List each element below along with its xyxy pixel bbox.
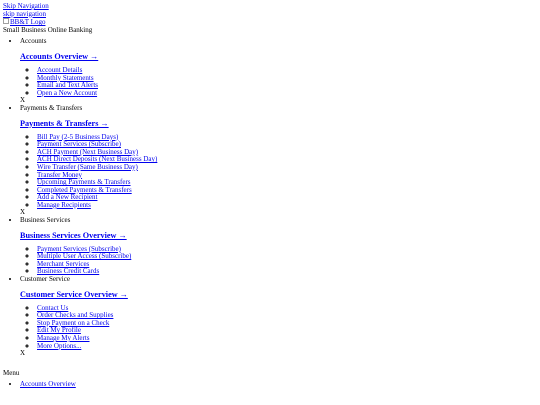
- nav-section-accounts: Accounts Accounts Overview → Account Det…: [20, 38, 540, 105]
- submenu-item: Stop Payment on a Check: [37, 319, 540, 328]
- customer-service-overview-heading: Customer Service Overview →: [20, 290, 540, 299]
- nav-section-label[interactable]: Accounts: [20, 38, 540, 46]
- main-navigation: Accounts Accounts Overview → Account Det…: [3, 38, 540, 357]
- business-services-overview-link[interactable]: Business Services Overview →: [20, 231, 127, 240]
- payments-submenu: Bill Pay (2-5 Business Days) Payment Ser…: [20, 133, 540, 210]
- manage-recipients-link[interactable]: Manage Recipients: [37, 201, 91, 209]
- accounts-overview-link[interactable]: Accounts Overview →: [20, 52, 98, 61]
- submenu-item: Order Checks and Supplies: [37, 311, 540, 320]
- skip-navigation-link[interactable]: Skip Navigation: [3, 2, 540, 11]
- menu-item: Accounts Overview: [20, 381, 540, 389]
- open-new-account-link[interactable]: Open a New Account: [37, 89, 97, 97]
- submenu-item: Multiple User Access (Subscribe): [37, 252, 540, 261]
- accounts-submenu: Account Details Monthly Statements Email…: [20, 66, 540, 98]
- close-menu-button[interactable]: X: [20, 209, 540, 217]
- business-services-overview-heading: Business Services Overview →: [20, 231, 540, 240]
- nav-section-label[interactable]: Business Services: [20, 216, 540, 225]
- broken-image-icon: [3, 18, 9, 25]
- submenu-item: Manage My Alerts: [37, 334, 540, 343]
- more-options-link[interactable]: More Options...: [37, 342, 81, 350]
- submenu-item: Manage Recipients: [37, 201, 540, 210]
- menu-label[interactable]: Menu: [3, 369, 540, 378]
- accounts-overview-menu-link[interactable]: Accounts Overview: [20, 380, 76, 389]
- skip-navigation-link-secondary[interactable]: skip navigation: [3, 10, 540, 19]
- submenu-item: Account Details: [37, 66, 540, 75]
- secondary-menu: Accounts Overview: [3, 381, 540, 389]
- nav-section-payments: Payments & Transfers Payments & Transfer…: [20, 104, 540, 217]
- submenu-item: Add a New Recipient: [37, 193, 540, 202]
- submenu-item: Open a New Account: [37, 89, 540, 98]
- nav-section-label[interactable]: Payments & Transfers: [20, 104, 540, 113]
- close-menu-button[interactable]: X: [20, 97, 540, 105]
- logo-alt-text: BB&T Logo: [10, 18, 46, 27]
- submenu-item: More Options...: [37, 342, 540, 351]
- accounts-overview-heading: Accounts Overview →: [20, 52, 540, 61]
- submenu-item: Email and Text Alerts: [37, 81, 540, 90]
- customer-service-submenu: Contact Us Order Checks and Supplies Sto…: [20, 304, 540, 351]
- site-title: Small Business Online Banking: [3, 25, 93, 34]
- submenu-item: Monthly Statements: [37, 74, 540, 83]
- submenu-item: Completed Payments & Transfers: [37, 186, 540, 195]
- nav-section-customer-service: Customer Service Customer Service Overvi…: [20, 275, 540, 358]
- submenu-item: Merchant Services: [37, 260, 540, 269]
- payments-overview-heading: Payments & Transfers →: [20, 119, 540, 128]
- business-services-submenu: Payment Services (Subscribe) Multiple Us…: [20, 245, 540, 276]
- submenu-item: Edit My Profile: [37, 327, 540, 335]
- customer-service-overview-link[interactable]: Customer Service Overview →: [20, 290, 128, 299]
- nav-section-label[interactable]: Customer Service: [20, 275, 540, 284]
- submenu-item: Business Credit Cards: [37, 268, 540, 276]
- close-menu-button[interactable]: X: [20, 350, 540, 358]
- nav-section-business-services: Business Services Business Services Over…: [20, 216, 540, 276]
- payments-overview-link[interactable]: Payments & Transfers →: [20, 119, 109, 128]
- submenu-item: Wire Transfer (Same Business Day): [37, 163, 540, 172]
